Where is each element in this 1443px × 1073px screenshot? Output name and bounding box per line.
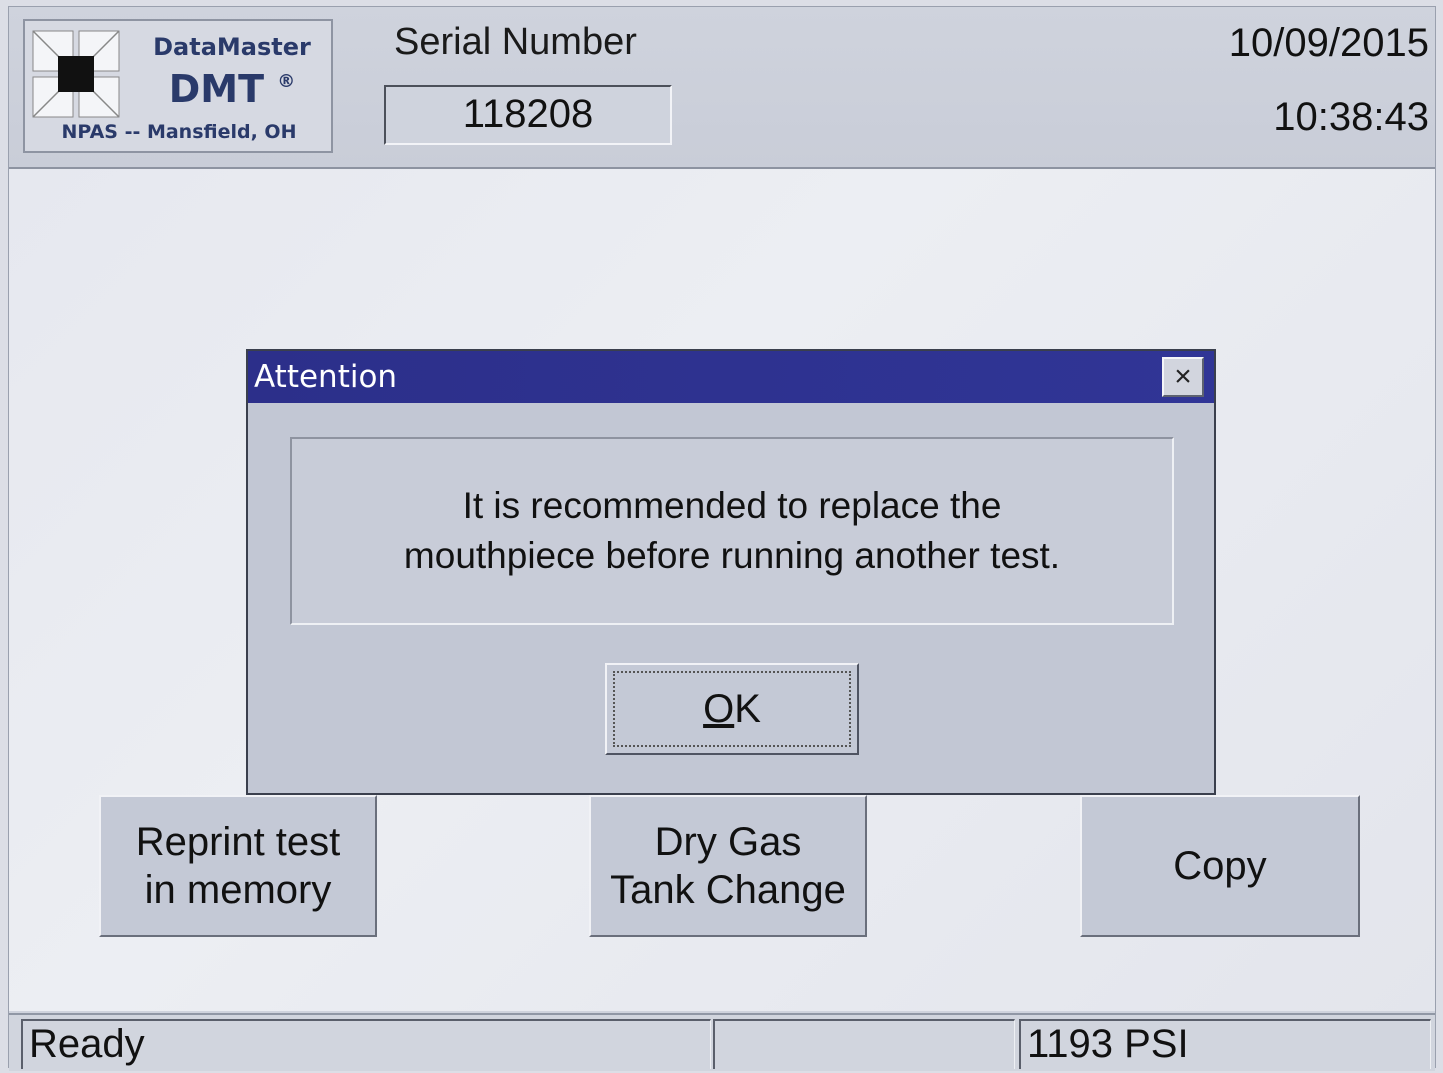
- tank-pressure-readout: 1193 PSI: [1019, 1019, 1431, 1069]
- registered-mark: ®: [277, 71, 296, 92]
- logo-product: DMT ®: [137, 67, 327, 111]
- logo-mark-icon: [31, 29, 121, 119]
- serial-number-field: 118208: [384, 85, 672, 145]
- reprint-test-button[interactable]: Reprint test in memory: [99, 795, 377, 937]
- datamaster-screen: DataMaster DMT ® NPAS -- Mansfield, OH S…: [8, 6, 1436, 1071]
- status-middle-panel: [713, 1019, 1015, 1069]
- dialog-titlebar[interactable]: Attention ×: [248, 351, 1214, 403]
- copy-label: Copy: [1173, 844, 1267, 888]
- logo-product-name: DMT: [168, 67, 265, 111]
- header-bar: DataMaster DMT ® NPAS -- Mansfield, OH S…: [9, 7, 1435, 169]
- date-display: 10/09/2015: [1228, 21, 1429, 65]
- main-area: Reprint test in memory Dry Gas Tank Chan…: [9, 169, 1435, 1011]
- copy-button[interactable]: Copy: [1080, 795, 1360, 937]
- close-button[interactable]: ×: [1162, 357, 1204, 397]
- serial-number-label: Serial Number: [394, 21, 637, 63]
- logo-location: NPAS -- Mansfield, OH: [61, 121, 297, 143]
- dry-gas-tank-change-button[interactable]: Dry Gas Tank Change: [589, 795, 867, 937]
- time-display: 10:38:43: [1273, 95, 1429, 139]
- dialog-message-box: It is recommended to replace the mouthpi…: [290, 437, 1174, 625]
- datamaster-logo: DataMaster DMT ® NPAS -- Mansfield, OH: [23, 19, 333, 153]
- close-icon: ×: [1174, 360, 1192, 393]
- reprint-test-label: Reprint test in memory: [135, 820, 341, 912]
- attention-dialog: Attention × It is recommended to replace…: [246, 349, 1216, 795]
- ok-focus-rect: OK: [613, 671, 851, 747]
- status-bar: Ready 1193 PSI: [9, 1013, 1435, 1071]
- ok-label: OK: [703, 686, 761, 731]
- status-text: Ready: [21, 1019, 711, 1069]
- dialog-title: Attention: [254, 359, 398, 395]
- dry-gas-tank-change-label: Dry Gas Tank Change: [610, 820, 846, 912]
- dialog-message: It is recommended to replace the mouthpi…: [403, 485, 1061, 576]
- ok-button[interactable]: OK: [605, 663, 859, 755]
- logo-title: DataMaster: [153, 33, 311, 61]
